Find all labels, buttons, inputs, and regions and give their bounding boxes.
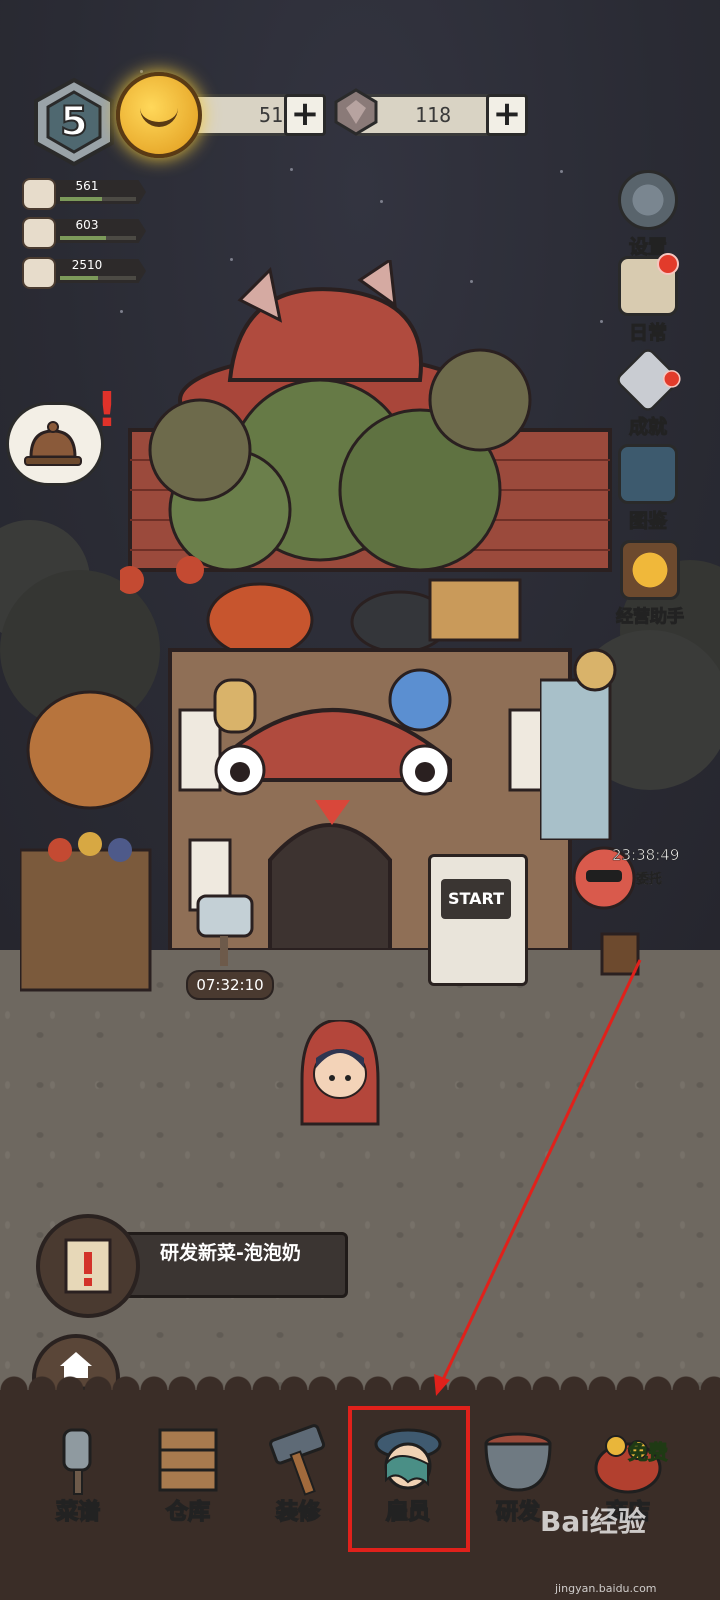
hammer-icon [269, 1424, 326, 1496]
stat-value: 561 [75, 179, 99, 193]
nav-decorate-label: 装修 [275, 1499, 321, 1526]
left-stall[interactable] [20, 620, 160, 1000]
star [380, 200, 383, 203]
alert-exclamation-icon: ! [96, 382, 118, 438]
stat-bar [60, 236, 136, 240]
settings-button[interactable]: 设置 [612, 170, 684, 259]
stat-bar-fill [60, 197, 102, 201]
level-badge[interactable]: 5 [28, 76, 120, 168]
stat-bar [60, 276, 136, 280]
stat-value: 603 [75, 218, 99, 232]
add-coins-button[interactable]: + [284, 94, 326, 136]
highlight-box [348, 1406, 470, 1552]
star [560, 170, 563, 173]
broom-icon [22, 257, 56, 289]
stat-bar [60, 197, 136, 201]
quest-text: 研发新菜-泡泡奶 [160, 1242, 301, 1264]
gear-icon [618, 170, 678, 230]
assistant-button[interactable]: 经营助手 [608, 540, 692, 628]
free-badge: 免费 [628, 1440, 669, 1465]
watermark-brand: Bai经验 [540, 1505, 646, 1538]
nav-recipes[interactable]: 菜谱 [26, 1424, 130, 1534]
add-gems-button[interactable]: + [486, 94, 528, 136]
level-number: 5 [59, 98, 89, 146]
codex-label: 图鉴 [628, 510, 667, 533]
restaurant-building[interactable] [120, 260, 620, 950]
annex-building [540, 648, 617, 840]
gem-icon [334, 88, 378, 136]
stat-bar-fill [60, 276, 98, 280]
nav-warehouse-label: 仓库 [165, 1499, 211, 1526]
stat-bar-fill [60, 236, 106, 240]
diamond-icon [614, 346, 685, 414]
stat-value: 2510 [71, 258, 103, 272]
scroll-quill-icon [618, 253, 679, 316]
jam-jar-icon [22, 178, 56, 210]
assistant-label: 经营助手 [616, 607, 685, 628]
notification-badge [659, 366, 685, 392]
service-bell-bubble[interactable] [6, 402, 104, 486]
book-icon [618, 444, 678, 504]
bell-icon [24, 421, 82, 466]
nav-recipes-label: 菜谱 [55, 1499, 101, 1526]
arcade-machine[interactable]: START [428, 854, 528, 986]
star [290, 168, 293, 171]
shelf-icon [158, 1428, 218, 1492]
mailbox[interactable] [188, 890, 258, 970]
coin-jar-icon [620, 540, 680, 600]
commission-timer: 23:38:49 [612, 846, 680, 865]
star [140, 70, 143, 73]
spatula-icon [62, 1428, 92, 1495]
mailbox-timer: 07:32:10 [186, 970, 274, 1000]
nav-decorate[interactable]: 装修 [246, 1424, 350, 1534]
watermark-url: jingyan.baidu.com [555, 1582, 657, 1595]
daily-button[interactable]: 日常 [612, 253, 684, 345]
daily-label: 日常 [628, 322, 667, 345]
commission-label[interactable]: 委托 [636, 868, 663, 888]
pot-icon [484, 1432, 552, 1492]
coin-icon [116, 72, 202, 158]
quest-scroll-icon[interactable] [36, 1214, 140, 1318]
notification-badge [657, 253, 679, 275]
scroll-icon [64, 1238, 112, 1294]
vegetables-icon [22, 217, 56, 249]
codex-button[interactable]: 图鉴 [612, 444, 684, 533]
arcade-start-label: START [441, 879, 511, 919]
player-character[interactable] [292, 1020, 388, 1130]
achievements-label: 成就 [628, 416, 667, 439]
nav-warehouse[interactable]: 仓库 [136, 1424, 240, 1534]
achievements-button[interactable]: 成就 [612, 346, 685, 439]
